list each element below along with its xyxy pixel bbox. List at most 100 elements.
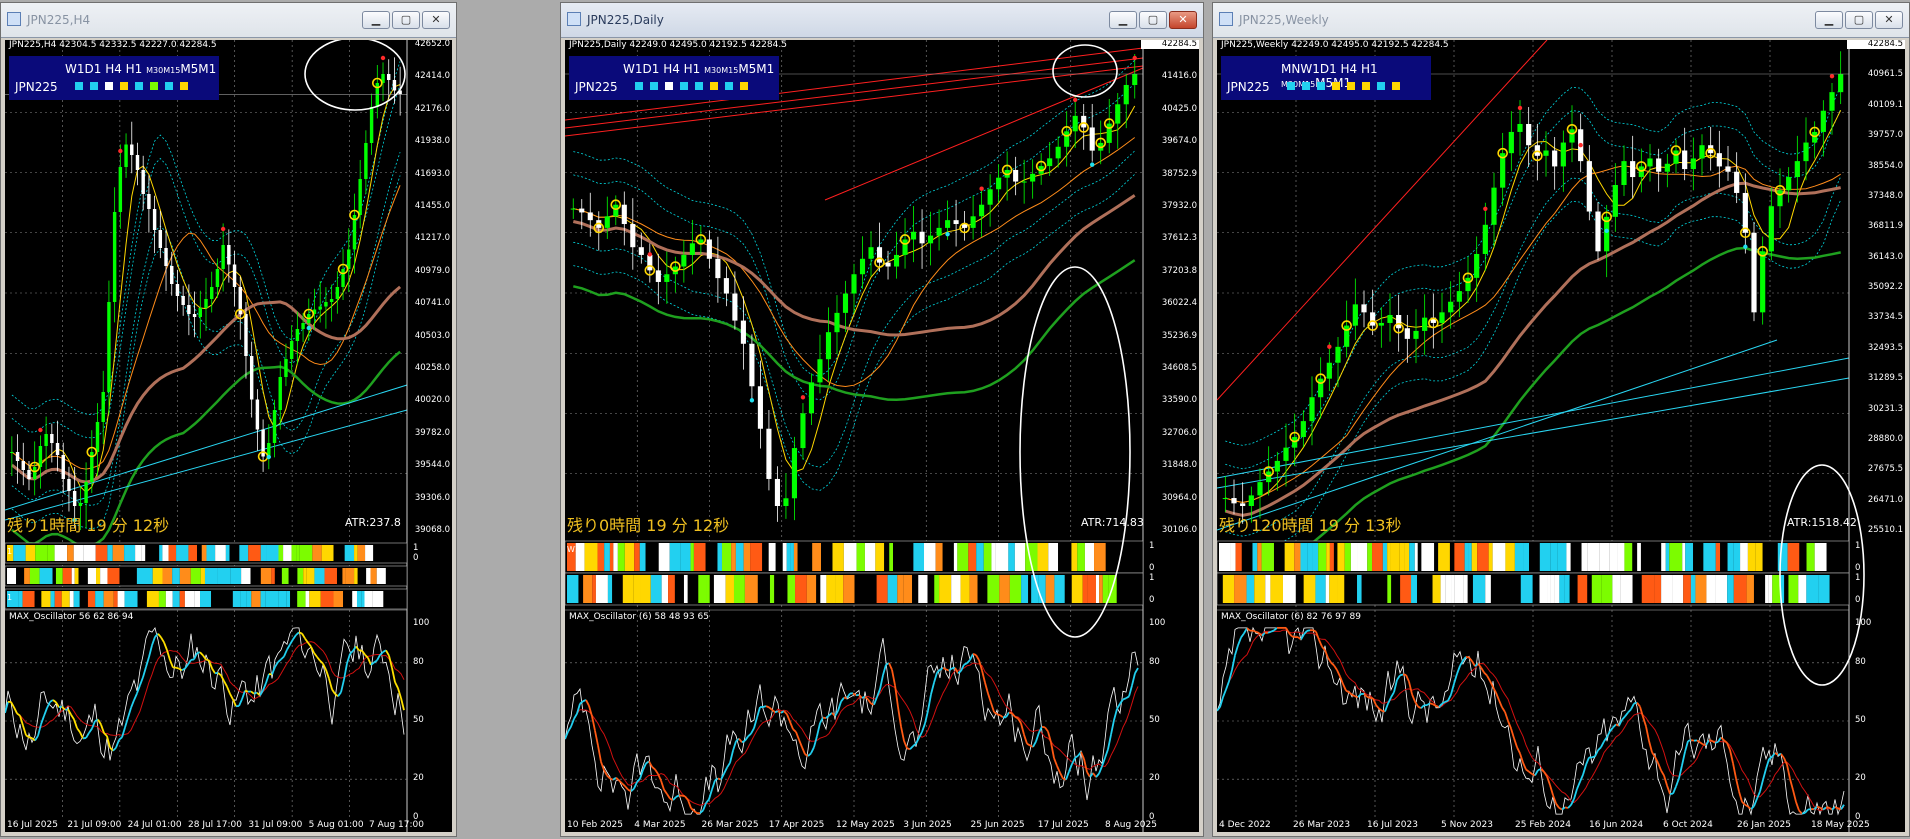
strip-segment <box>744 575 758 603</box>
oscillator-signal-segment <box>1429 702 1434 706</box>
maximize-button[interactable]: ▢ <box>1845 11 1873 29</box>
oscillator-signal-segment <box>927 694 932 711</box>
strip-segment <box>1564 575 1570 603</box>
oscillator-signal-segment <box>1237 637 1242 646</box>
strip-segment <box>1257 543 1262 571</box>
strip-segment <box>25 545 36 561</box>
oscillator-signal-segment <box>1582 764 1587 776</box>
price-axis-label: 35236.9 <box>1161 330 1197 341</box>
candle-body <box>638 247 644 255</box>
oscillator-signal-segment <box>879 674 884 690</box>
strip-segment <box>162 568 173 584</box>
candle-body <box>101 392 105 422</box>
strip-segment <box>79 591 84 607</box>
strip-segment <box>1350 543 1358 571</box>
candle-body <box>706 239 712 259</box>
oscillator-signal-segment <box>1558 807 1563 811</box>
legend-status-square <box>180 82 188 90</box>
strip-segment <box>356 591 362 607</box>
price-chart[interactable]: JPN225,Weekly 42249.0 42495.0 42192.5 42… <box>1217 40 1905 832</box>
legend-tf-major: W1D1 H4 H1 <box>65 62 147 76</box>
strip-segment <box>1277 543 1285 571</box>
oscillator-signal-segment <box>1612 723 1617 729</box>
close-button[interactable]: ✕ <box>1169 11 1197 29</box>
legend-status-square <box>90 82 98 90</box>
oscillator-signal-segment <box>1047 731 1052 743</box>
legend-status-square <box>1362 82 1370 90</box>
oscillator-signal-segment <box>1119 698 1124 705</box>
atr-value: ATR:237.8 <box>345 516 401 529</box>
price-axis-label: 40741.0 <box>414 298 450 309</box>
candle-body <box>1794 161 1800 178</box>
strip-segment <box>288 568 298 584</box>
strip-segment <box>194 591 201 607</box>
close-button[interactable]: ✕ <box>1875 11 1903 29</box>
chart-window-icon <box>567 12 581 26</box>
strip-segment <box>1616 575 1621 603</box>
chart-window-weekly[interactable]: JPN225,Weekly ▁ ▢ ✕ JPN225,Weekly 42249.… <box>1212 2 1910 837</box>
strip-segment <box>69 591 74 607</box>
minimize-button[interactable]: ▁ <box>1109 11 1137 29</box>
chart-window-h4[interactable]: JPN225,H4 ▁ ▢ ✕ JPN225,H4 42304.5 42332.… <box>0 2 457 837</box>
strip-segment <box>265 591 279 607</box>
legend-status-square <box>695 82 703 90</box>
oscillator-signal-segment <box>1525 768 1530 773</box>
oscillator-signal-segment <box>376 654 381 661</box>
strip-segment <box>342 568 346 584</box>
date-axis-label: 12 May 2025 <box>836 820 895 830</box>
candle-body <box>1716 153 1722 167</box>
strip-segment <box>137 591 147 607</box>
oscillator-signal-segment <box>1528 770 1533 775</box>
strip-segment <box>1261 543 1274 571</box>
oscillator-signal-segment <box>942 667 947 671</box>
candle-body <box>1013 169 1019 182</box>
strip-segment <box>698 575 707 603</box>
oscillator-signal-segment <box>984 682 989 694</box>
close-button[interactable]: ✕ <box>422 11 450 29</box>
oscillator-signal-segment <box>1543 771 1548 777</box>
candle-body <box>1344 325 1350 347</box>
strip-segment <box>172 568 180 584</box>
window-titlebar[interactable]: JPN225,Daily ▁ ▢ ✕ <box>561 3 1203 38</box>
strip-segment <box>260 568 272 584</box>
date-axis-label: 8 Aug 2025 <box>1105 820 1157 830</box>
window-titlebar[interactable]: JPN225,H4 ▁ ▢ ✕ <box>1 3 456 38</box>
strip-segment <box>1426 575 1433 603</box>
timeframe-legend: MNW1D1 H4 H1 M30M15M5M1JPN225 <box>1221 56 1431 100</box>
candle-body <box>1569 129 1575 143</box>
strip-segment <box>83 591 88 607</box>
maximize-button[interactable]: ▢ <box>392 11 420 29</box>
legend-status-square <box>120 82 128 90</box>
strip-segment <box>1788 575 1799 603</box>
date-axis-label: 26 Mar 2023 <box>1293 820 1351 830</box>
strip-segment <box>50 591 55 607</box>
strip-segment <box>876 575 888 603</box>
candle-body <box>295 329 300 341</box>
minimize-button[interactable]: ▁ <box>1815 11 1843 29</box>
price-chart[interactable]: JPN225,Daily 42249.0 42495.0 42192.5 422… <box>565 40 1199 832</box>
candle-body <box>198 308 203 317</box>
oscillator-signal-segment <box>289 638 294 645</box>
minimize-button[interactable]: ▁ <box>362 11 390 29</box>
price-chart[interactable]: JPN225,H4 42304.5 42332.5 42227.0 42284.… <box>5 40 452 832</box>
price-axis-label: 35092.2 <box>1867 282 1903 292</box>
oscillator-signal-segment <box>777 710 782 714</box>
maximize-button[interactable]: ▢ <box>1139 11 1167 29</box>
candle-body <box>800 413 806 449</box>
date-axis-label: 31 Jul 09:00 <box>248 820 303 830</box>
strip-segment <box>843 575 855 603</box>
chart-window-daily[interactable]: JPN225,Daily ▁ ▢ ✕ JPN225,Daily 42249.0 … <box>560 2 1204 837</box>
strip-segment <box>1064 575 1072 603</box>
oscillator-signal-segment <box>73 719 78 729</box>
time-remaining: 残り1時間 19 分 12秒 <box>7 516 170 535</box>
strip-segment <box>1559 575 1565 603</box>
legend-symbol: JPN225 <box>1227 80 1270 94</box>
strip-segment <box>1601 575 1613 603</box>
strip-segment <box>743 543 751 571</box>
candle-body <box>842 293 849 313</box>
date-axis-label: 26 Jan 2025 <box>1737 820 1791 830</box>
strip-axis-label: 1 <box>1855 573 1861 583</box>
window-titlebar[interactable]: JPN225,Weekly ▁ ▢ ✕ <box>1213 3 1909 38</box>
oscillator-signal-segment <box>726 762 731 769</box>
candle-body <box>152 209 157 230</box>
